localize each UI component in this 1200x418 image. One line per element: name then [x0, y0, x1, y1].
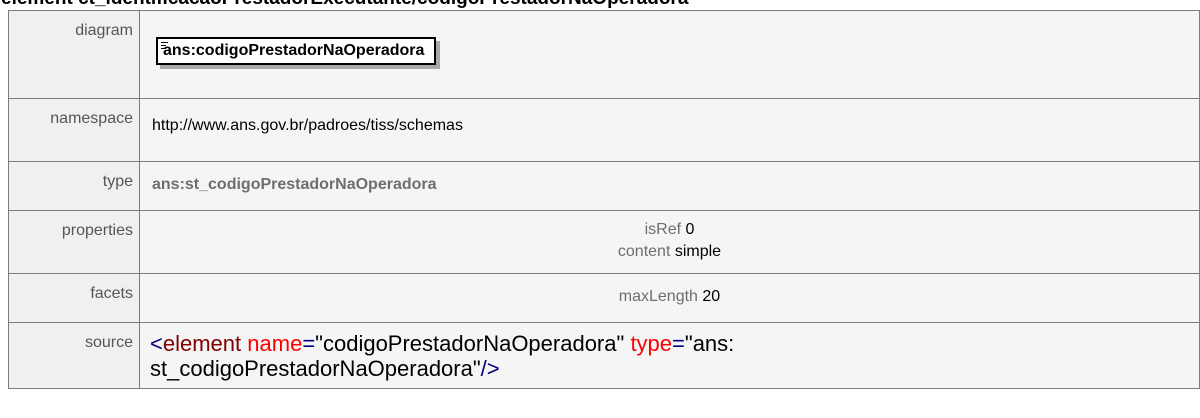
facet-value: 20: [702, 288, 721, 305]
namespace-label: namespace: [8, 98, 140, 162]
type-row: type ans:st_codigoPrestadorNaOperadora: [8, 161, 1200, 211]
source-row: source <element name="codigoPrestadorNaO…: [8, 322, 1200, 389]
type-value[interactable]: ans:st_codigoPrestadorNaOperadora: [140, 162, 1199, 194]
source-type-value-part1: "ans:: [684, 331, 735, 356]
property-isref: isRef 0: [140, 219, 1199, 241]
type-cell: ans:st_codigoPrestadorNaOperadora: [139, 161, 1200, 211]
facets-label: facets: [8, 273, 140, 323]
property-content: content simple: [140, 241, 1199, 263]
property-value: simple: [674, 243, 722, 260]
source-cell: <element name="codigoPrestadorNaOperador…: [139, 322, 1200, 389]
property-key: isRef: [644, 221, 682, 238]
element-diagram-box[interactable]: ans:codigoPrestadorNaOperadora: [156, 37, 437, 65]
facet-maxlength: maxLength 20: [140, 274, 1199, 306]
namespace-value: http://www.ans.gov.br/padroes/tiss/schem…: [152, 117, 463, 134]
facets-cell: maxLength 20: [139, 273, 1200, 323]
type-label: type: [8, 161, 140, 211]
facets-row: facets maxLength 20: [8, 273, 1200, 323]
source-code: <element name="codigoPrestadorNaOperador…: [140, 323, 1199, 381]
facet-key: maxLength: [618, 288, 698, 305]
source-equals: =: [302, 331, 316, 356]
diagram-element-name: ans:codigoPrestadorNaOperadora: [163, 42, 425, 59]
page-title: element ct_identificacaoPrestadorExecuta…: [1, 0, 688, 9]
property-value: 0: [685, 221, 695, 238]
namespace-row: namespace http://www.ans.gov.br/padroes/…: [8, 98, 1200, 162]
properties-row: properties isRef 0 content simple: [8, 210, 1200, 274]
properties-list: isRef 0 content simple: [140, 211, 1199, 263]
source-equals: =: [672, 331, 685, 356]
source-attr-value: "codigoPrestadorNaOperadora": [315, 331, 625, 356]
property-key: content: [617, 243, 671, 260]
source-open-bracket: <: [150, 331, 163, 356]
properties-cell: isRef 0 content simple: [139, 210, 1200, 274]
namespace-cell: http://www.ans.gov.br/padroes/tiss/schem…: [139, 98, 1200, 162]
diagram-row: diagram ans:codigoPrestadorNaOperadora: [8, 10, 1200, 99]
source-label: source: [8, 322, 140, 389]
diagram-label: diagram: [8, 10, 140, 99]
source-close-tag: />: [480, 356, 500, 381]
content-lines-icon: [161, 42, 168, 49]
source-attr-name: name: [247, 331, 303, 356]
schema-element-table: diagram ans:codigoPrestadorNaOperadora n…: [8, 10, 1200, 389]
diagram-cell: ans:codigoPrestadorNaOperadora: [139, 10, 1200, 99]
source-attr-type: type: [630, 331, 673, 356]
properties-label: properties: [8, 210, 140, 274]
source-element-tag: element: [162, 331, 242, 356]
source-type-value-part2: st_codigoPrestadorNaOperadora": [150, 356, 481, 381]
